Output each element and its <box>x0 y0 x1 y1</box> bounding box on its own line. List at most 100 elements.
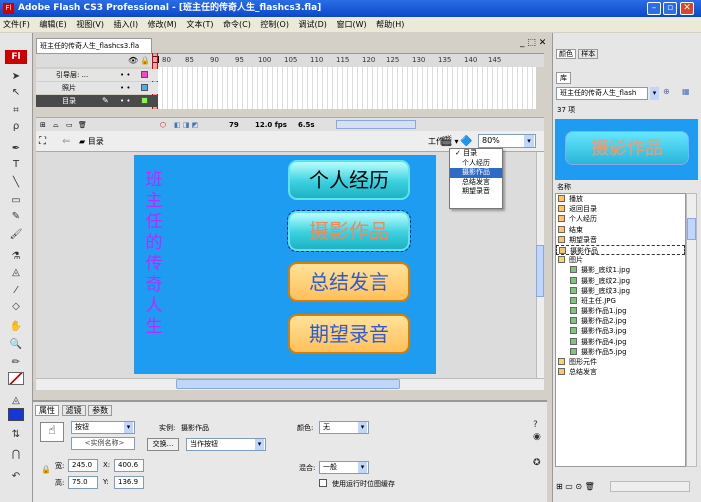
paint-bucket-icon[interactable]: ◬ <box>8 266 24 279</box>
list-item[interactable]: 图片 <box>556 255 685 265</box>
chevron-down-icon[interactable]: ▾ <box>524 135 534 147</box>
chevron-down-icon[interactable]: ▾ <box>358 462 367 473</box>
timeline-toggle-icon[interactable]: ⛶ <box>39 131 46 152</box>
menu-debug[interactable]: 调试(D) <box>299 20 327 29</box>
center-frame-icon[interactable]: ⬡ <box>160 118 166 132</box>
zoom-tool-icon[interactable]: 🔍 <box>8 338 24 351</box>
subselection-tool-icon[interactable]: ↖ <box>8 86 24 99</box>
rectangle-tool-icon[interactable]: ▭ <box>8 194 24 207</box>
menu-help[interactable]: 帮助(H) <box>376 20 404 29</box>
vertical-scroll-thumb[interactable] <box>536 245 544 297</box>
list-item[interactable]: 班主任.JPG <box>556 296 685 306</box>
list-item[interactable]: 摄影作品3.jpg <box>556 326 685 336</box>
x-input[interactable]: 400.6 <box>114 459 144 472</box>
blend-select[interactable]: 一般 ▾ <box>319 461 369 474</box>
hand-tool-icon[interactable]: ✋ <box>8 320 24 333</box>
list-item[interactable]: 返回目录 <box>556 204 685 214</box>
summary-speech-button[interactable]: 总结发言 <box>288 262 410 302</box>
ink-bottle-icon[interactable]: ⚗ <box>8 250 24 263</box>
list-item[interactable]: 总结发言 <box>556 367 685 377</box>
hope-recording-button[interactable]: 期望录音 <box>288 314 410 354</box>
maximize-button[interactable]: ▫ <box>663 2 677 15</box>
dropdown-item-photography[interactable]: 摄影作品 <box>450 168 502 178</box>
document-tab[interactable]: 班主任的传奇人生_flashcs3.fla <box>36 38 152 53</box>
accessibility-icon[interactable]: ◉ <box>533 432 541 442</box>
list-item[interactable]: 个人经历 <box>556 214 685 224</box>
zoom-select[interactable]: 80% ▾ <box>478 134 536 148</box>
list-item[interactable]: 结束 <box>556 225 685 235</box>
list-item[interactable]: 摄影_底纹2.jpg <box>556 276 685 286</box>
swap-colors-icon[interactable]: ⇅ <box>8 428 24 441</box>
library-name-header[interactable]: 名称 <box>557 182 571 192</box>
library-horizontal-scrollbar[interactable] <box>610 481 690 492</box>
swap-button[interactable]: 交换... <box>147 438 179 451</box>
symbol-type-select[interactable]: 按钮 ▾ <box>71 421 135 434</box>
menu-file[interactable]: 文件(F) <box>3 20 30 29</box>
fill-bucket-icon[interactable]: ◬ <box>8 394 24 407</box>
timeline-scrollbar[interactable] <box>336 120 416 129</box>
menu-insert[interactable]: 插入(I) <box>114 20 139 29</box>
back-arrow-icon[interactable]: ⇐ <box>62 131 70 152</box>
chevron-down-icon[interactable]: ▾ <box>650 87 659 100</box>
settings-icon[interactable]: ✪ <box>533 458 541 468</box>
photography-button[interactable]: 摄影作品 <box>287 210 411 252</box>
dropdown-item-recording[interactable]: 期望录音 <box>450 187 502 197</box>
width-input[interactable]: 245.0 <box>68 459 98 472</box>
chevron-down-icon[interactable]: ▾ <box>124 422 133 433</box>
layer-photo[interactable]: 照片 • • <box>36 82 158 94</box>
bitmap-cache-checkbox[interactable] <box>319 479 327 487</box>
menu-modify[interactable]: 修改(M) <box>148 20 177 29</box>
eraser-tool-icon[interactable]: ◇ <box>8 300 24 313</box>
lasso-tool-icon[interactable]: ρ <box>8 120 24 133</box>
smooth-icon[interactable]: ↶ <box>8 470 24 483</box>
text-tool-icon[interactable]: T <box>8 158 24 171</box>
fill-color-swatch[interactable] <box>8 408 24 421</box>
tab-library[interactable]: 库 <box>556 72 571 84</box>
lock-icon[interactable]: 🔒 <box>140 56 150 65</box>
list-item[interactable]: 摄影作品1.jpg <box>556 306 685 316</box>
lock-proportions-icon[interactable]: 🔒 <box>41 465 51 474</box>
horizontal-scroll-thumb[interactable] <box>176 379 400 389</box>
list-item[interactable]: 摄影_底纹1.jpg <box>556 265 685 275</box>
minimize-button[interactable]: – <box>647 2 661 15</box>
menu-control[interactable]: 控制(O) <box>260 20 289 29</box>
library-document-select[interactable]: 班主任的传奇人生_flash <box>556 87 648 100</box>
menu-edit[interactable]: 编辑(E) <box>39 20 66 29</box>
tab-filters[interactable]: 滤镜 <box>61 405 86 416</box>
doc-window-controls[interactable]: _ ⬚ ✕ <box>520 38 546 48</box>
layer-state-dots[interactable]: • • <box>120 95 130 107</box>
delete-layer-icon[interactable]: 🗑 <box>78 118 87 132</box>
add-layer-icon[interactable]: ⊞ <box>40 118 46 132</box>
layer-catalog[interactable]: 目录 ✎ • • <box>36 95 158 107</box>
pen-tool-icon[interactable]: ✒ <box>8 142 24 155</box>
timeline-frames[interactable] <box>158 67 536 109</box>
stroke-color-icon[interactable]: ✏ <box>8 356 24 369</box>
pencil-tool-icon[interactable]: ✎ <box>8 210 24 223</box>
list-item[interactable]: 摄影_底纹3.jpg <box>556 286 685 296</box>
pin-library-icon[interactable]: ⊕ <box>663 87 670 96</box>
list-item[interactable]: 期望录音 <box>556 235 685 245</box>
list-item[interactable]: 摄影作品4.jpg <box>556 337 685 347</box>
list-item[interactable]: 播放 <box>556 194 685 204</box>
color-effect-select[interactable]: 无 ▾ <box>319 421 369 434</box>
menu-commands[interactable]: 命令(C) <box>223 20 251 29</box>
library-scroll-thumb[interactable] <box>687 218 696 240</box>
library-footer-tools[interactable]: ⊞ ▭ ⊙ 🗑 <box>556 482 595 491</box>
height-input[interactable]: 75.0 <box>68 476 98 489</box>
menu-view[interactable]: 视图(V) <box>76 20 104 29</box>
track-as-select[interactable]: 当作按钮 ▾ <box>186 438 266 451</box>
tab-swatches[interactable]: 样本 <box>578 49 599 59</box>
new-library-icon[interactable]: ▦ <box>682 87 690 96</box>
eye-icon[interactable]: 👁 <box>128 56 138 65</box>
dropdown-item-history[interactable]: 个人经历 <box>450 159 502 169</box>
tab-properties[interactable]: 属性 <box>35 405 59 416</box>
tab-parameters[interactable]: 参数 <box>88 405 113 416</box>
chevron-down-icon[interactable]: ▾ <box>358 422 367 433</box>
close-button[interactable]: ✕ <box>680 2 694 15</box>
scene-breadcrumb[interactable]: ▰ 目录 <box>79 131 104 152</box>
selection-tool-icon[interactable]: ➤ <box>8 70 24 83</box>
tab-color[interactable]: 颜色 <box>556 49 576 59</box>
layer-guide[interactable]: 引导层: ... • • <box>36 69 158 81</box>
brush-tool-icon[interactable]: 🖌 <box>8 228 24 241</box>
line-tool-icon[interactable]: ╲ <box>8 176 24 189</box>
